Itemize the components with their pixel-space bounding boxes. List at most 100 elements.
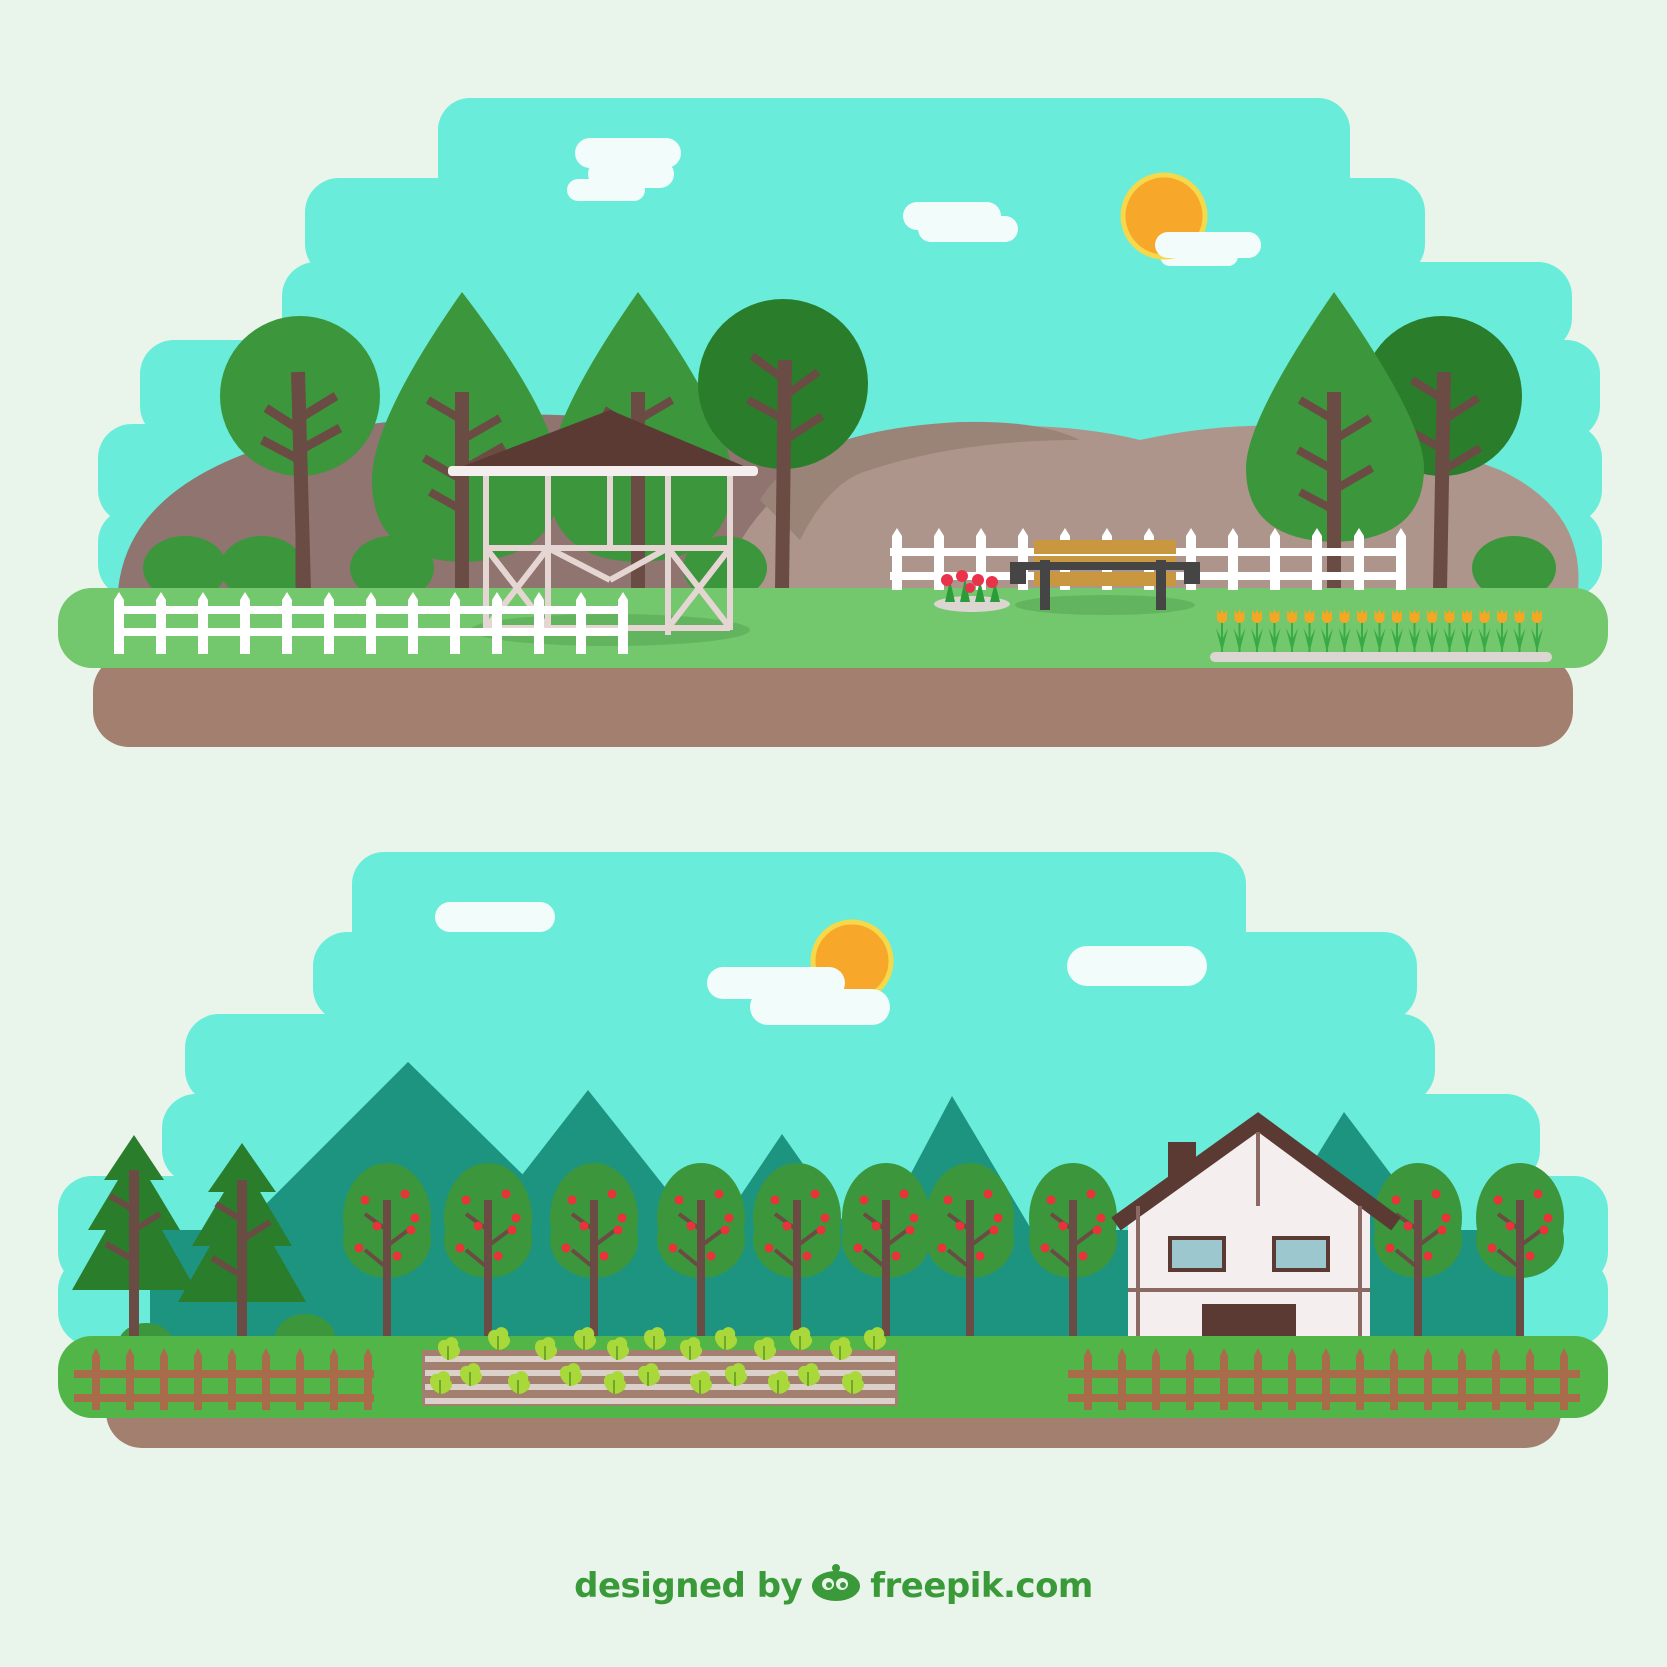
apple	[360, 1195, 370, 1205]
fence-post	[1424, 1348, 1432, 1410]
apple	[1058, 1221, 1068, 1231]
fence-picket	[324, 592, 334, 654]
apple	[1525, 1251, 1535, 1261]
apple	[493, 1251, 503, 1261]
farm-scene	[58, 852, 1608, 1448]
apple	[1423, 1251, 1433, 1261]
fence-picket	[534, 592, 544, 654]
park-soil	[93, 655, 1573, 747]
fence-post	[1390, 1348, 1398, 1410]
credit-line: designed by freepik.com	[0, 1560, 1667, 1611]
apple	[400, 1189, 410, 1199]
apple	[706, 1251, 716, 1261]
fence-post	[262, 1348, 270, 1410]
fence-post	[1526, 1348, 1534, 1410]
fence-picket	[1228, 528, 1238, 590]
apple	[1096, 1213, 1106, 1223]
fence-picket	[576, 592, 586, 654]
apple	[561, 1243, 571, 1253]
fence-post	[126, 1348, 134, 1410]
apple	[1403, 1221, 1413, 1231]
apple	[810, 1189, 820, 1199]
fence-post	[1186, 1348, 1194, 1410]
apple	[1385, 1243, 1395, 1253]
apple	[455, 1243, 465, 1253]
apple	[1487, 1243, 1497, 1253]
credit-prefix: designed by	[574, 1565, 803, 1606]
apple	[724, 1213, 734, 1223]
fence-picket	[114, 592, 124, 654]
fence-post	[1254, 1348, 1262, 1410]
apple	[410, 1213, 420, 1223]
apple	[714, 1189, 724, 1199]
apple	[617, 1213, 627, 1223]
apple	[782, 1221, 792, 1231]
fence-picket	[282, 592, 292, 654]
park-scene	[58, 98, 1608, 747]
fence-post	[364, 1348, 372, 1410]
apple	[891, 1251, 901, 1261]
apple	[567, 1195, 577, 1205]
fence-post	[1492, 1348, 1500, 1410]
apple	[461, 1195, 471, 1205]
apple	[354, 1243, 364, 1253]
apple	[989, 1225, 999, 1235]
fence-picket	[450, 592, 460, 654]
apple	[1533, 1189, 1543, 1199]
apple	[937, 1243, 947, 1253]
credit-brand: freepik.com	[870, 1565, 1093, 1606]
apple	[1437, 1225, 1447, 1235]
apple	[1092, 1225, 1102, 1235]
park-bench	[1010, 540, 1200, 615]
fence-post	[92, 1348, 100, 1410]
apple	[770, 1195, 780, 1205]
fence-picket	[1312, 528, 1322, 590]
apple	[511, 1213, 521, 1223]
apple	[853, 1243, 863, 1253]
apple	[579, 1221, 589, 1231]
apple	[1078, 1251, 1088, 1261]
fence-post	[1118, 1348, 1126, 1410]
apple	[871, 1221, 881, 1231]
fence-post	[194, 1348, 202, 1410]
apple	[372, 1221, 382, 1231]
fence-picket	[1396, 528, 1406, 590]
apple	[1493, 1195, 1503, 1205]
fence-picket	[892, 528, 902, 590]
apple	[392, 1251, 402, 1261]
apple	[668, 1243, 678, 1253]
freepik-logo-icon	[810, 1560, 862, 1611]
fence-post	[160, 1348, 168, 1410]
apple	[955, 1221, 965, 1231]
apple	[975, 1251, 985, 1261]
fence-post	[228, 1348, 236, 1410]
fence-picket	[618, 592, 628, 654]
apple	[1431, 1189, 1441, 1199]
apple	[1391, 1195, 1401, 1205]
apple	[1543, 1213, 1553, 1223]
fence-picket	[1270, 528, 1280, 590]
apple	[507, 1225, 517, 1235]
apple	[1086, 1189, 1096, 1199]
apple	[899, 1189, 909, 1199]
fence-picket	[492, 592, 502, 654]
fence-picket	[366, 592, 376, 654]
fence-post	[1288, 1348, 1296, 1410]
fence-post	[1560, 1348, 1568, 1410]
apple	[983, 1189, 993, 1199]
fence-post	[1152, 1348, 1160, 1410]
apple	[1441, 1213, 1451, 1223]
apple	[1505, 1221, 1515, 1231]
fence-post	[1084, 1348, 1092, 1410]
apple	[802, 1251, 812, 1261]
apple	[686, 1221, 696, 1231]
apple	[501, 1189, 511, 1199]
fence-picket	[198, 592, 208, 654]
fence-post	[296, 1348, 304, 1410]
apple	[406, 1225, 416, 1235]
apple	[1046, 1195, 1056, 1205]
apple	[820, 1213, 830, 1223]
apple	[943, 1195, 953, 1205]
apple	[764, 1243, 774, 1253]
apple	[905, 1225, 915, 1235]
